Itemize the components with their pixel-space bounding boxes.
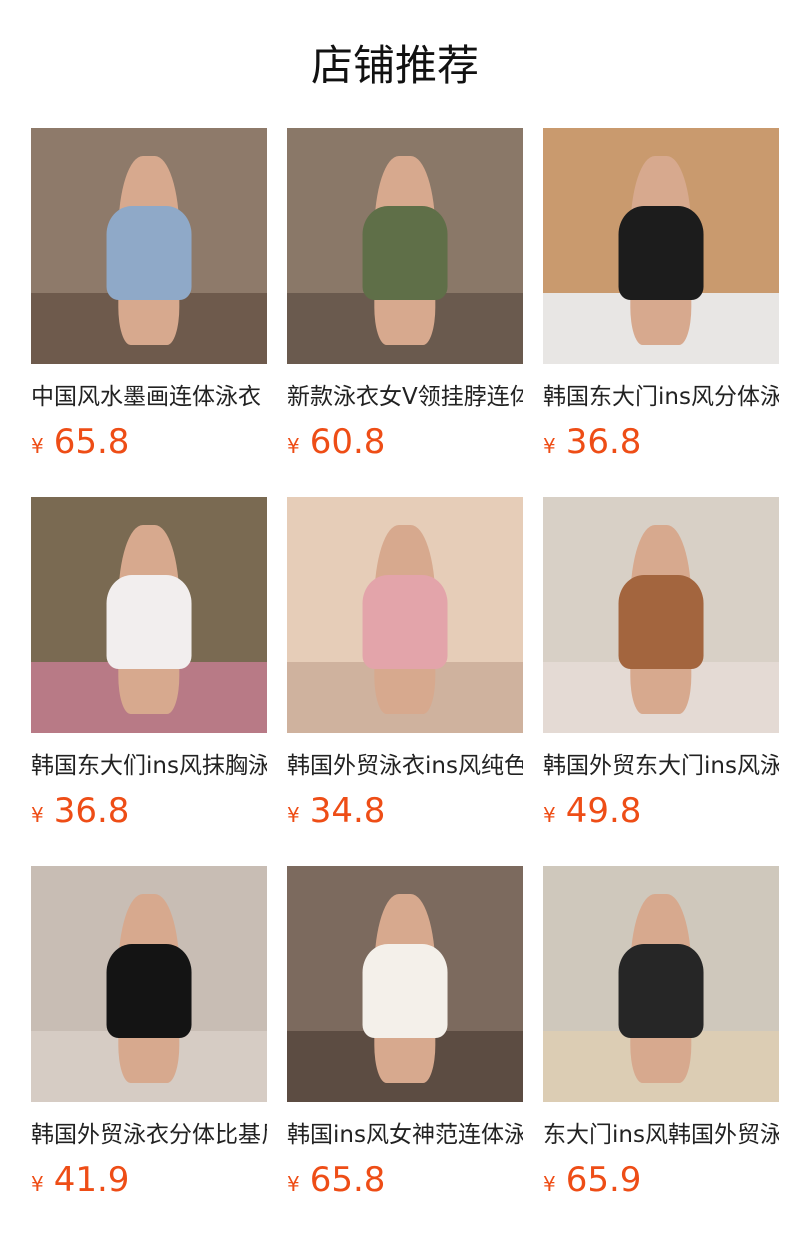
product-price: ¥36.8 [31,791,267,837]
product-card[interactable]: 东大门ins风韩国外贸泳衣 ¥65.9 [543,866,779,1206]
product-image[interactable] [31,497,267,733]
product-image-garment [618,574,704,670]
product-image[interactable] [287,497,523,733]
product-name[interactable]: 韩国外贸泳衣分体比基尼 [31,1120,267,1150]
currency-symbol: ¥ [287,1172,300,1196]
product-card[interactable]: 韩国东大们ins风抹胸泳衣 ¥36.8 [31,497,267,837]
product-card[interactable]: 韩国外贸泳衣ins风纯色 ¥34.8 [287,497,523,837]
product-card[interactable]: 韩国外贸泳衣分体比基尼 ¥41.9 [31,866,267,1206]
currency-symbol: ¥ [31,1172,44,1196]
price-amount: 34.8 [309,791,386,831]
product-price: ¥41.9 [31,1160,267,1206]
product-image-garment [618,205,704,301]
currency-symbol: ¥ [287,434,300,458]
price-amount: 65.9 [565,1160,642,1200]
product-image-garment [618,943,704,1039]
price-amount: 36.8 [53,791,130,831]
product-name[interactable]: 韩国东大们ins风抹胸泳衣 [31,751,267,781]
product-image[interactable] [287,866,523,1102]
product-price: ¥65.8 [287,1160,523,1206]
product-image[interactable] [543,128,779,364]
product-image-garment [106,574,192,670]
product-card[interactable]: 中国风水墨画连体泳衣 ¥65.8 [31,128,267,468]
product-image-garment [106,943,192,1039]
product-image-garment [362,574,448,670]
price-amount: 49.8 [565,791,642,831]
product-name[interactable]: 新款泳衣女V领挂脖连体 [287,382,523,412]
product-price: ¥49.8 [543,791,779,837]
page-title: 店铺推荐 [310,41,479,90]
currency-symbol: ¥ [543,1172,556,1196]
product-image[interactable] [287,128,523,364]
product-name[interactable]: 韩国外贸泳衣ins风纯色 [287,751,523,781]
product-name[interactable]: 中国风水墨画连体泳衣 [31,382,267,412]
product-card[interactable]: 韩国ins风女神范连体泳衣 ¥65.8 [287,866,523,1206]
currency-symbol: ¥ [543,803,556,827]
product-image[interactable] [31,866,267,1102]
currency-symbol: ¥ [287,803,300,827]
product-image-garment [362,205,448,301]
currency-symbol: ¥ [543,434,556,458]
price-amount: 41.9 [53,1160,130,1200]
product-image[interactable] [31,128,267,364]
price-amount: 65.8 [53,422,130,462]
product-name[interactable]: 东大门ins风韩国外贸泳衣 [543,1120,779,1150]
product-card[interactable]: 韩国东大门ins风分体泳衣 ¥36.8 [543,128,779,468]
product-price: ¥36.8 [543,422,779,468]
product-card[interactable]: 韩国外贸东大门ins风泳衣 ¥49.8 [543,497,779,837]
price-amount: 60.8 [309,422,386,462]
currency-symbol: ¥ [31,434,44,458]
price-amount: 36.8 [565,422,642,462]
product-card[interactable]: 新款泳衣女V领挂脖连体 ¥60.8 [287,128,523,468]
product-name[interactable]: 韩国东大门ins风分体泳衣 [543,382,779,412]
product-image[interactable] [543,866,779,1102]
product-price: ¥60.8 [287,422,523,468]
product-image-garment [106,205,192,301]
product-name[interactable]: 韩国ins风女神范连体泳衣 [287,1120,523,1150]
price-amount: 65.8 [309,1160,386,1200]
product-price: ¥65.8 [31,422,267,468]
product-image-garment [362,943,448,1039]
product-image[interactable] [543,497,779,733]
product-price: ¥65.9 [543,1160,779,1206]
product-price: ¥34.8 [287,791,523,837]
product-name[interactable]: 韩国外贸东大门ins风泳衣 [543,751,779,781]
currency-symbol: ¥ [31,803,44,827]
